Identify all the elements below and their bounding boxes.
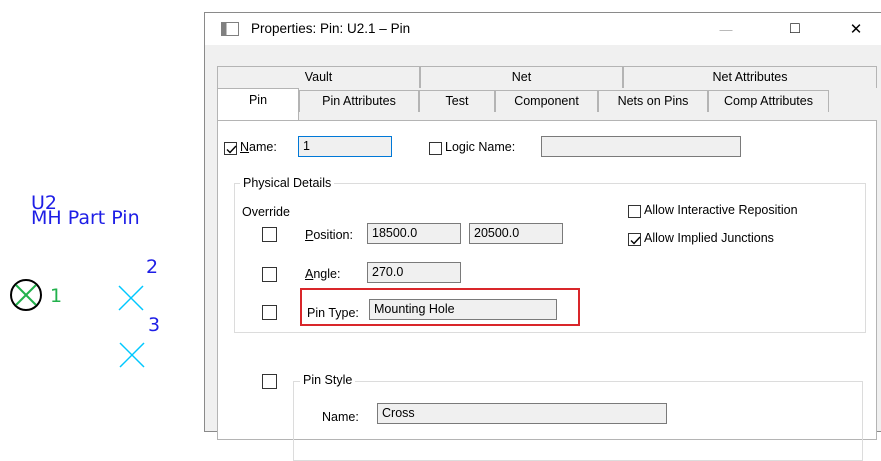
tab-net[interactable]: Net [420, 66, 623, 88]
physical-details-title: Physical Details [240, 176, 335, 190]
minimize-icon: — [719, 21, 733, 37]
tab-net-attributes[interactable]: Net Attributes [623, 66, 877, 88]
logic-name-label: Logic Name: [445, 140, 516, 154]
position-y-field[interactable]: 20500.0 [469, 223, 563, 244]
pin-number-2: 2 [146, 256, 159, 278]
tabs-front-row: Pin Pin Attributes Test Component Nets o… [217, 88, 829, 120]
title-bar[interactable]: Properties: Pin: U2.1 – Pin — □ ✕ [205, 13, 881, 45]
pin-style-name-field[interactable]: Cross [377, 403, 667, 424]
pin-number-3: 3 [148, 314, 161, 336]
tab-pin[interactable]: Pin [217, 88, 299, 120]
allow-interactive-reposition-label: Allow Interactive Reposition [644, 203, 798, 217]
tab-vault[interactable]: Vault [217, 66, 420, 88]
pin-3-cross-marker[interactable] [117, 340, 147, 370]
tab-component[interactable]: Component [495, 90, 598, 112]
name-checkbox[interactable] [224, 142, 237, 155]
allow-interactive-reposition-checkbox[interactable] [628, 205, 641, 218]
position-override-checkbox[interactable] [262, 227, 277, 242]
allow-implied-junctions-checkbox[interactable] [628, 233, 641, 246]
position-x-field[interactable]: 18500.0 [367, 223, 461, 244]
minimize-button[interactable]: — [703, 13, 749, 45]
logic-name-field[interactable] [541, 136, 741, 157]
pin-2-cross-marker[interactable] [116, 283, 146, 313]
close-icon: ✕ [849, 21, 863, 38]
tab-nets-on-pins[interactable]: Nets on Pins [598, 90, 708, 112]
checkmark-icon [630, 236, 641, 245]
tab-test[interactable]: Test [419, 90, 495, 112]
mounting-hole-pin-symbol[interactable] [9, 278, 45, 314]
position-label: Position: [305, 228, 353, 242]
properties-dialog: Properties: Pin: U2.1 – Pin — □ ✕ Vault … [204, 12, 881, 461]
checkmark-icon [226, 145, 237, 154]
dialog-title: Properties: Pin: U2.1 – Pin [251, 21, 411, 36]
pin-style-override-checkbox[interactable] [262, 374, 277, 389]
maximize-button[interactable]: □ [772, 13, 818, 45]
app-window-icon [221, 22, 239, 36]
pin-type-field[interactable]: Mounting Hole [369, 299, 557, 320]
tabs-back-row: Vault Net Net Attributes [217, 66, 877, 88]
tab-comp-attributes[interactable]: Comp Attributes [708, 90, 829, 112]
tab-pin-attributes[interactable]: Pin Attributes [299, 90, 419, 112]
component-part-name[interactable]: MH Part Pin [31, 208, 140, 228]
maximize-icon: □ [790, 20, 800, 37]
pin-tab-panel: Name: 1 Logic Name: Physical Details Ove… [217, 120, 877, 461]
logic-name-checkbox[interactable] [429, 142, 442, 155]
override-label: Override [242, 205, 290, 219]
close-button[interactable]: ✕ [833, 13, 879, 45]
angle-label: Angle: [305, 267, 341, 281]
pin-style-title: Pin Style [300, 373, 356, 387]
pin-type-label: Pin Type: [307, 306, 359, 320]
name-field[interactable]: 1 [298, 136, 392, 157]
allow-implied-junctions-label: Allow Implied Junctions [644, 231, 774, 245]
angle-field[interactable]: 270.0 [367, 262, 461, 283]
pin-style-name-label: Name: [322, 410, 359, 424]
angle-override-checkbox[interactable] [262, 267, 277, 282]
name-label: Name: [240, 140, 277, 154]
pin-type-override-checkbox[interactable] [262, 305, 277, 320]
pin-number-1: 1 [50, 285, 63, 307]
